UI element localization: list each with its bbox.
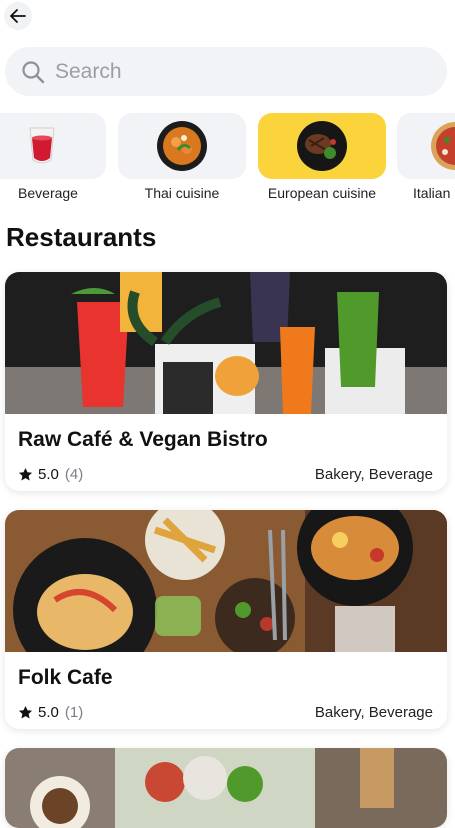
restaurant-card[interactable] bbox=[5, 748, 447, 828]
star-icon bbox=[18, 705, 33, 719]
restaurant-meta: 5.0 (4) Bakery, Beverage bbox=[18, 466, 433, 483]
pizza-icon bbox=[431, 122, 455, 170]
category-tile bbox=[0, 113, 106, 179]
category-tile-selected bbox=[258, 113, 386, 179]
category-label: Thai cuisine bbox=[144, 185, 220, 201]
category-label: European cuisine bbox=[267, 185, 377, 201]
arrow-left-icon bbox=[10, 9, 26, 23]
rating-value: 5.0 bbox=[38, 704, 59, 721]
restaurant-photo bbox=[5, 510, 447, 652]
red-drink-icon bbox=[29, 127, 55, 164]
rating-value: 5.0 bbox=[38, 466, 59, 483]
search-placeholder: Search bbox=[55, 59, 122, 83]
restaurant-tags: Bakery, Beverage bbox=[314, 704, 433, 721]
category-tile bbox=[118, 113, 246, 179]
search-input[interactable]: Search bbox=[5, 47, 447, 96]
category-thai-cuisine[interactable]: Thai cuisine bbox=[118, 113, 246, 201]
category-label: Beverage bbox=[18, 185, 78, 201]
restaurant-name: Folk Cafe bbox=[18, 666, 113, 689]
restaurant-tags: Bakery, Beverage bbox=[314, 466, 433, 483]
restaurant-name: Raw Café & Vegan Bistro bbox=[18, 428, 268, 451]
thai-dish-icon bbox=[157, 121, 207, 171]
rating-count: (4) bbox=[64, 466, 84, 483]
rating-count: (1) bbox=[64, 704, 84, 721]
restaurant-meta: 5.0 (1) Bakery, Beverage bbox=[18, 704, 433, 721]
back-button[interactable] bbox=[4, 2, 32, 30]
restaurant-photo bbox=[5, 272, 447, 414]
category-tile bbox=[397, 113, 455, 179]
restaurant-card[interactable]: Folk Cafe 5.0 (1) Bakery, Beverage bbox=[5, 510, 447, 729]
category-european-cuisine[interactable]: European cuisine bbox=[258, 113, 386, 201]
section-title: Restaurants bbox=[6, 222, 157, 252]
category-label: Italian bbox=[413, 185, 451, 201]
search-icon bbox=[22, 60, 45, 83]
category-beverage[interactable]: Beverage bbox=[0, 113, 106, 201]
category-italian[interactable]: Italian bbox=[397, 113, 455, 201]
restaurant-card[interactable]: Raw Café & Vegan Bistro 5.0 (4) Bakery, … bbox=[5, 272, 447, 491]
restaurant-photo bbox=[5, 748, 447, 828]
category-list[interactable]: Beverage Thai cuisine European cuisine I… bbox=[0, 113, 455, 203]
restaurant-image bbox=[5, 748, 447, 828]
restaurant-image bbox=[5, 510, 447, 652]
steak-dish-icon bbox=[297, 121, 347, 171]
restaurant-image bbox=[5, 272, 447, 414]
star-icon bbox=[18, 467, 33, 481]
